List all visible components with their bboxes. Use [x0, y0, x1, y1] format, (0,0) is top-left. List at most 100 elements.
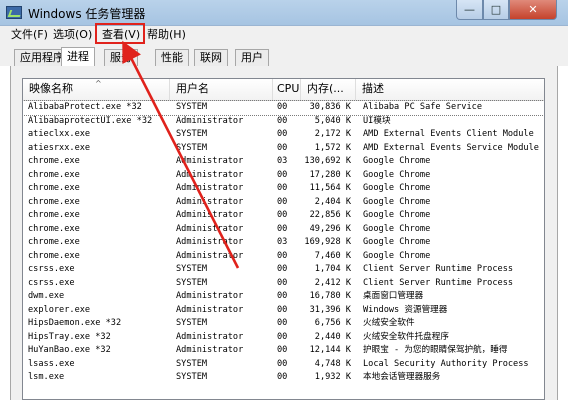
process-description-cell: Google Chrome [363, 183, 431, 193]
table-row[interactable]: csrss.exe SYSTEM 00 2,412 K Client Server Ru… [23, 277, 544, 291]
process-cpu-cell: 00 [277, 169, 288, 180]
process-memory-cell: 22,856 K [309, 210, 351, 220]
process-cpu-cell: 00 [277, 264, 288, 274]
table-row[interactable]: HuYanBao.exe *32 Administrator 00 12,144 K 护… [23, 344, 544, 358]
table-row[interactable]: atieclxx.exe SYSTEM 00 2,172 K AMD External … [23, 128, 544, 142]
process-description-cell: Windows 资源管理器 [363, 304, 448, 315]
table-row[interactable]: HipsDaemon.exe *32 SYSTEM 00 6,756 K 火绒安全软件 [23, 317, 544, 331]
process-user-cell: Administrator [176, 183, 244, 193]
table-row[interactable]: chrome.exe Administrator 00 7,460 K Google C… [23, 250, 544, 264]
process-name-cell: lsm.exe [28, 372, 65, 382]
close-button[interactable]: ✕ [509, 0, 557, 20]
process-memory-cell: 30,836 K [309, 102, 351, 112]
process-description-cell: UI模块 [363, 115, 391, 126]
process-memory-cell: 7,460 K [314, 250, 351, 261]
menu-file[interactable]: 文件(F) [11, 26, 48, 44]
column-memory[interactable]: 内存(... [301, 79, 356, 101]
process-cpu-cell: 00 [277, 129, 288, 139]
table-row[interactable]: AlibabaProtect.exe *32 SYSTEM 00 30,836 K Al… [23, 100, 544, 116]
process-name-cell: chrome.exe [28, 210, 80, 220]
process-cpu-cell: 00 [277, 196, 288, 207]
menu-options[interactable]: 选项(O) [53, 26, 92, 44]
maximize-button[interactable]: □ [483, 0, 509, 20]
table-row[interactable]: chrome.exe Administrator 00 11,564 K Google … [23, 182, 544, 196]
process-description-cell: Local Security Authority Process [363, 358, 529, 369]
process-memory-cell: 169,928 K [304, 237, 351, 247]
table-row[interactable]: csrss.exe SYSTEM 00 1,704 K Client Server Ru… [23, 263, 544, 277]
table-row[interactable]: dwm.exe Administrator 00 16,780 K 桌面窗口管理器 [23, 290, 544, 304]
process-user-cell: Administrator [176, 223, 244, 234]
process-description-cell: 火绒安全软件托盘程序 [363, 331, 449, 342]
process-memory-cell: 1,572 K [314, 142, 351, 153]
process-name-cell: chrome.exe [28, 250, 80, 261]
annotation-highlight-box [95, 23, 145, 44]
process-user-cell: Administrator [176, 291, 244, 301]
tab-processes[interactable]: 进程 [61, 47, 95, 66]
process-user-cell: SYSTEM [176, 102, 208, 112]
process-memory-cell: 2,440 K [314, 331, 351, 342]
process-user-cell: SYSTEM [176, 372, 208, 382]
process-description-cell: Google Chrome [363, 196, 431, 207]
process-list[interactable]: 映像名称 ^ 用户名 CPU 内存(... 描述 AlibabaProtect.… [22, 78, 545, 400]
table-row[interactable]: chrome.exe Administrator 00 17,280 K Google … [23, 169, 544, 183]
process-user-cell: Administrator [176, 237, 244, 247]
title-bar: Windows 任务管理器 — □ ✕ [0, 0, 568, 26]
process-name-cell: atieclxx.exe [28, 129, 91, 139]
process-user-cell: SYSTEM [176, 129, 208, 139]
process-description-cell: 桌面窗口管理器 [363, 291, 424, 301]
process-memory-cell: 11,564 K [309, 183, 351, 193]
table-row[interactable]: lsm.exe SYSTEM 00 1,932 K 本地会话管理器服务 [23, 371, 544, 385]
column-description[interactable]: 描述 [356, 79, 544, 101]
table-row[interactable]: lsass.exe SYSTEM 00 4,748 K Local Security A… [23, 358, 544, 372]
process-name-cell: HipsTray.exe *32 [28, 331, 111, 342]
tab-networking[interactable]: 联网 [194, 49, 228, 66]
column-user-name[interactable]: 用户名 [170, 79, 273, 101]
column-cpu[interactable]: CPU [273, 79, 301, 101]
table-row[interactable]: chrome.exe Administrator 00 2,404 K Google C… [23, 196, 544, 210]
process-name-cell: chrome.exe [28, 169, 80, 180]
process-memory-cell: 1,932 K [314, 372, 351, 382]
process-name-cell: csrss.exe [28, 277, 75, 288]
process-user-cell: SYSTEM [176, 264, 208, 274]
process-description-cell: Client Server Runtime Process [363, 277, 514, 288]
process-name-cell: HipsDaemon.exe *32 [28, 318, 122, 328]
process-user-cell: SYSTEM [176, 142, 208, 153]
tab-strip: 应用程序 进程 服务 性能 联网 用户 [0, 44, 568, 66]
process-name-cell: HuYanBao.exe *32 [28, 345, 111, 355]
tab-users[interactable]: 用户 [235, 49, 269, 66]
table-row[interactable]: chrome.exe Administrator 03 169,928 K Google… [23, 236, 544, 250]
table-row[interactable]: chrome.exe Administrator 00 22,856 K Google … [23, 209, 544, 223]
process-user-cell: Administrator [176, 196, 244, 207]
table-row[interactable]: AlibabaprotectUI.exe *32 Administrator 00 5… [23, 115, 544, 129]
column-image-name[interactable]: 映像名称 ^ [23, 79, 170, 101]
process-user-cell: Administrator [176, 250, 244, 261]
table-row[interactable]: chrome.exe Administrator 03 130,692 K Google… [23, 155, 544, 169]
process-memory-cell: 2,172 K [314, 129, 351, 139]
process-memory-cell: 31,396 K [309, 304, 351, 315]
table-row[interactable]: explorer.exe Administrator 00 31,396 K Windo… [23, 304, 544, 318]
process-rows: AlibabaProtect.exe *32 SYSTEM 00 30,836 K Al… [23, 100, 544, 385]
process-cpu-cell: 00 [277, 345, 288, 355]
menu-help[interactable]: 帮助(H) [147, 26, 186, 44]
process-user-cell: SYSTEM [176, 358, 208, 369]
table-row[interactable]: chrome.exe Administrator 00 49,296 K Google … [23, 223, 544, 237]
window-title: Windows 任务管理器 [28, 7, 146, 21]
process-user-cell: Administrator [176, 210, 244, 220]
process-user-cell: Administrator [176, 331, 244, 342]
process-name-cell: dwm.exe [28, 291, 65, 301]
process-cpu-cell: 03 [277, 156, 288, 166]
table-row[interactable]: HipsTray.exe *32 Administrator 00 2,440 K 火绒… [23, 331, 544, 345]
tab-services[interactable]: 服务 [104, 49, 138, 66]
process-user-cell: Administrator [176, 304, 244, 315]
process-description-cell: 火绒安全软件 [363, 318, 415, 328]
list-header: 映像名称 ^ 用户名 CPU 内存(... 描述 [23, 79, 544, 101]
table-row[interactable]: atiesrxx.exe SYSTEM 00 1,572 K AMD External … [23, 142, 544, 156]
process-memory-cell: 16,780 K [309, 291, 351, 301]
process-name-cell: csrss.exe [28, 264, 75, 274]
process-name-cell: explorer.exe [28, 304, 91, 315]
minimize-button[interactable]: — [456, 0, 483, 20]
process-user-cell: Administrator [176, 345, 244, 355]
process-description-cell: Google Chrome [363, 156, 431, 166]
tab-performance[interactable]: 性能 [155, 49, 189, 66]
process-name-cell: AlibabaprotectUI.exe *32 [28, 115, 153, 126]
